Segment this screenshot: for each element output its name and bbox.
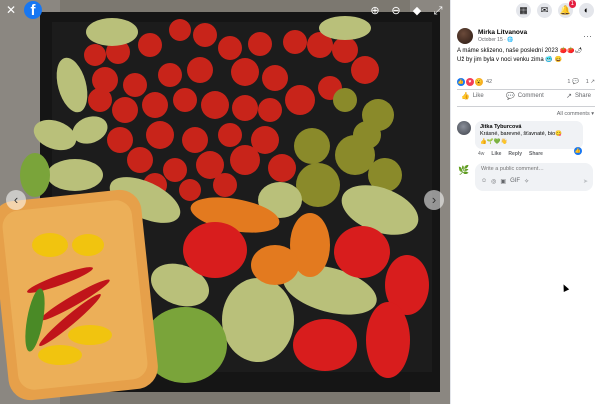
send-icon[interactable]: ➤	[583, 178, 588, 185]
comment-item: Jitka Tyburcová Krásné, barevné, šťavnat…	[457, 121, 583, 155]
commenter-avatar[interactable]	[457, 121, 471, 135]
post-date[interactable]: October 15 · 🌐	[478, 37, 527, 43]
emoji-icon[interactable]: ☺	[481, 178, 487, 185]
zoom-in-icon[interactable]: ⊕	[369, 5, 381, 17]
tag-icon[interactable]: ◆	[411, 5, 423, 17]
author-name[interactable]: Mirka Litvanova	[478, 29, 527, 36]
comment-bubble: Jitka Tyburcová Krásné, barevné, šťavnat…	[475, 121, 583, 149]
comment-composer: 🌿 ☺ ◎ ▣ GIF ✧ ➤	[457, 163, 593, 191]
comment-text: Krásné, barevné, šťavnaté, bio😋	[480, 131, 562, 137]
post-text-line1: A máme sklizeno, naše poslední 2023 🍅🍅🌶	[457, 48, 583, 54]
like-label: Like	[472, 93, 484, 99]
comment-count[interactable]: 1 💬	[567, 79, 578, 85]
comment-share-button[interactable]: Share	[529, 151, 543, 157]
photo-toolbar: ⊕ ⊖ ◆ ⤢	[369, 5, 444, 17]
post-date-text: October 15 ·	[478, 37, 508, 43]
photo-icon[interactable]: ▣	[500, 178, 506, 185]
sticker-icon[interactable]: ✧	[524, 178, 529, 185]
photo-viewer: ✕ f ⊕ ⊖ ◆ ⤢ ‹ › ▦ ✉ 🔔 1 ◐ Mirka Litvanova…	[0, 0, 600, 404]
post-actions: 👍 Like 💬 Comment ↗ Share	[457, 92, 595, 100]
vegetables-photo[interactable]	[0, 0, 450, 404]
comment-button[interactable]: 💬 Comment	[502, 92, 548, 100]
comment-emojis: 👍🌱💚👋	[480, 139, 508, 145]
user-avatar-icon[interactable]: 🌿	[457, 163, 471, 177]
account-icon[interactable]: ◐	[579, 3, 594, 18]
comment-count-value: 1	[567, 79, 571, 85]
share-count-value: 1	[585, 79, 589, 85]
reactions-summary: 👍 ♥ 😮 42 1 💬 1 ↗	[457, 78, 595, 86]
menu-grid-icon[interactable]: ▦	[516, 3, 531, 18]
gif-icon[interactable]: GIF	[510, 178, 520, 185]
comments-filter-dropdown[interactable]: All comments ▾	[557, 111, 594, 117]
top-nav-icons: ▦ ✉ 🔔 1 ◐	[516, 0, 594, 18]
composer-tools: ☺ ◎ ▣ GIF ✧	[481, 178, 529, 185]
messenger-icon[interactable]: ✉	[537, 3, 552, 18]
like-reaction-icon: 👍	[457, 78, 465, 86]
comment-box: ☺ ◎ ▣ GIF ✧ ➤	[475, 163, 593, 191]
wow-reaction-icon: 😮	[475, 78, 483, 86]
share-count[interactable]: 1 ↗	[586, 79, 595, 85]
comment-actions: 4w Like Reply Share	[478, 151, 543, 157]
menu-grid-glyph: ▦	[519, 5, 528, 15]
next-photo-button[interactable]: ›	[424, 190, 444, 210]
comment-time[interactable]: 4w	[478, 151, 484, 157]
post-sidebar: ▦ ✉ 🔔 1 ◐ Mirka Litvanova October 15 · 🌐 …	[450, 0, 600, 404]
comment-count-icon: 💬	[571, 79, 579, 85]
divider	[457, 106, 595, 107]
facebook-logo-icon[interactable]: f	[24, 1, 42, 19]
camera-icon[interactable]: ◎	[491, 178, 496, 185]
close-icon[interactable]: ✕	[5, 4, 17, 16]
notifications-icon[interactable]: 🔔 1	[558, 0, 576, 18]
thumbs-up-icon: 👍	[461, 93, 470, 100]
love-reaction-icon: ♥	[466, 78, 474, 86]
account-glyph: ◐	[583, 5, 590, 15]
post-text-line2: Už by jim byla v noci venku zima 🥶 😄	[457, 57, 562, 63]
photo-pane: ✕ f ⊕ ⊖ ◆ ⤢ ‹ ›	[0, 0, 450, 404]
comment-icon: 💬	[506, 93, 515, 100]
notification-badge: 1	[568, 0, 576, 8]
share-count-icon: ↗	[590, 79, 595, 85]
post-text: A máme sklizeno, naše poslední 2023 🍅🍅🌶 …	[457, 47, 597, 65]
comment-like-button[interactable]: Like	[491, 151, 501, 157]
comment-label: Comment	[517, 93, 544, 99]
zoom-out-icon[interactable]: ⊖	[390, 5, 402, 17]
previous-photo-button[interactable]: ‹	[6, 190, 26, 210]
share-icon: ↗	[566, 93, 572, 100]
author-avatar[interactable]	[457, 28, 473, 44]
messenger-glyph: ✉	[540, 5, 549, 15]
counts: 1 💬 1 ↗	[567, 79, 595, 85]
comment-like-icon[interactable]: 👍	[574, 147, 582, 155]
share-label: Share	[574, 93, 591, 99]
fullscreen-icon[interactable]: ⤢	[432, 5, 444, 17]
post-header: Mirka Litvanova October 15 · 🌐	[457, 28, 527, 44]
divider	[457, 89, 595, 90]
reaction-count: 42	[486, 79, 493, 85]
comment-reply-button[interactable]: Reply	[508, 151, 522, 157]
reactions-icons[interactable]: 👍 ♥ 😮 42	[457, 78, 492, 86]
share-button[interactable]: ↗ Share	[562, 92, 595, 100]
like-button[interactable]: 👍 Like	[457, 92, 488, 100]
globe-icon: 🌐	[507, 37, 514, 43]
more-options-icon[interactable]: ···	[583, 31, 592, 41]
comment-input[interactable]	[481, 166, 581, 172]
